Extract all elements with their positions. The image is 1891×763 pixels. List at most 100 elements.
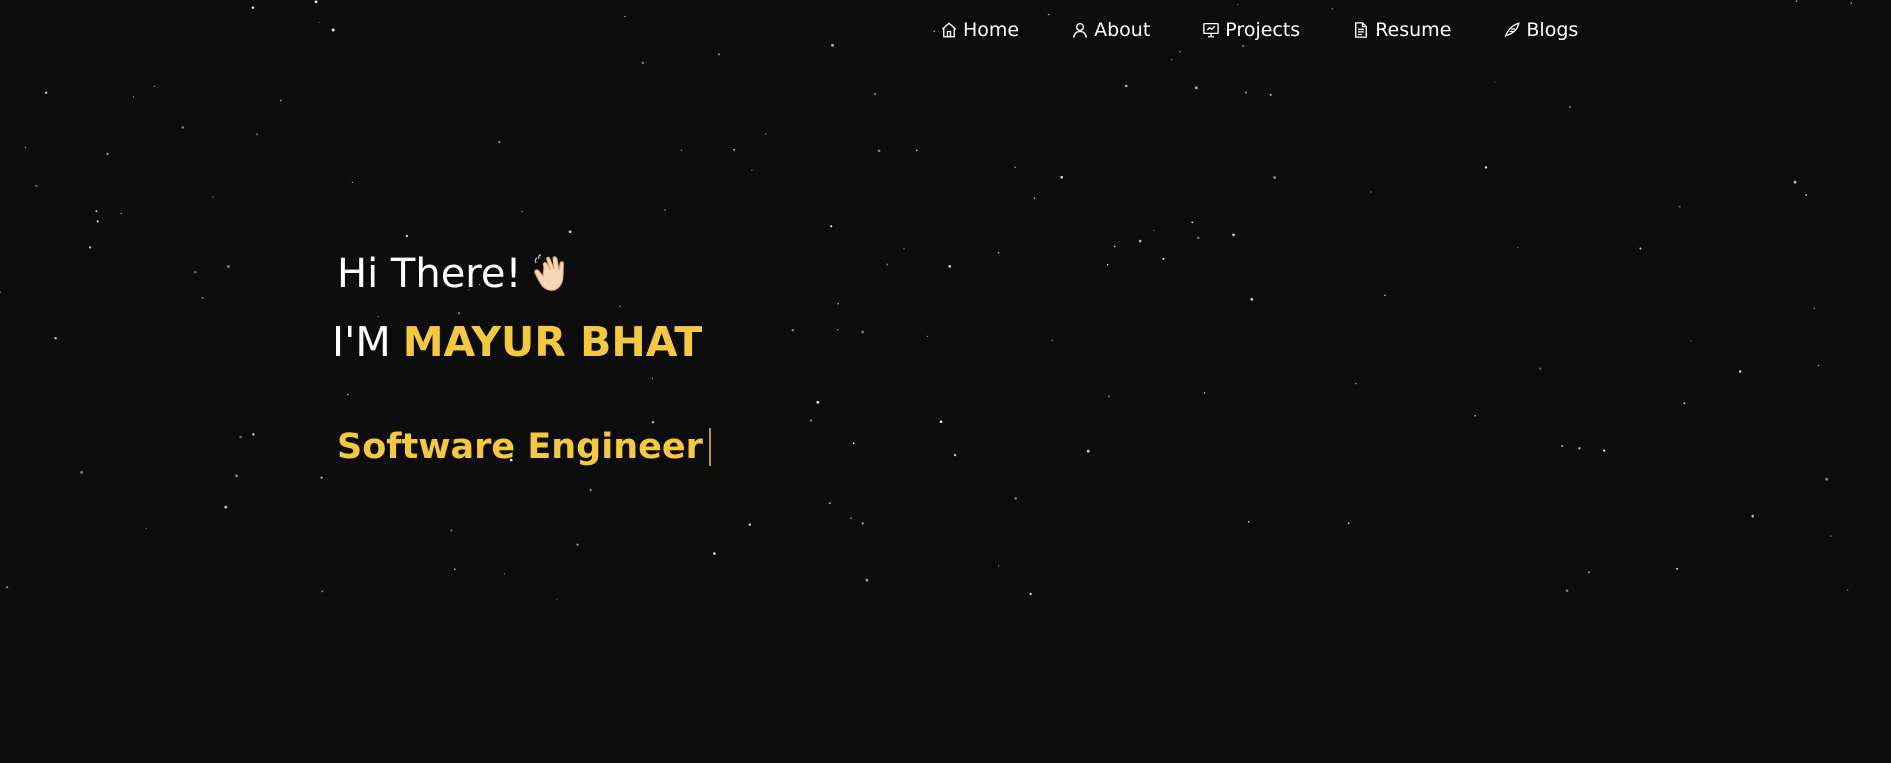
star: [1751, 514, 1754, 518]
hero-section: Hi There! I'M MAYUR BHAT Software Engine…: [332, 246, 711, 472]
star: [556, 598, 558, 600]
star: [589, 489, 592, 492]
nav-item-projects[interactable]: Projects: [1202, 16, 1300, 44]
star: [1539, 367, 1542, 370]
star: [713, 552, 716, 555]
star: [733, 148, 735, 151]
waving-hand-icon: [533, 254, 564, 291]
typing-cursor: [708, 428, 711, 466]
star: [331, 28, 335, 32]
intro-prefix: I'M: [332, 318, 391, 366]
star: [1517, 246, 1519, 248]
star: [1846, 589, 1849, 592]
document-icon: [1355, 22, 1368, 38]
star: [320, 476, 323, 479]
star: [1676, 567, 1679, 570]
star: [1813, 308, 1816, 310]
star: [1171, 59, 1173, 61]
star: [1494, 81, 1496, 83]
star: [145, 527, 147, 530]
star: [939, 420, 943, 424]
star: [1678, 205, 1681, 208]
greeting-text: Hi There!: [337, 251, 522, 297]
star: [1203, 392, 1206, 394]
star: [828, 502, 831, 505]
role-text: Software Engineer: [337, 427, 703, 467]
star: [106, 153, 109, 156]
star: [1484, 166, 1488, 169]
nav-item-home[interactable]: Home: [940, 16, 1019, 44]
star: [212, 196, 214, 198]
star: [1829, 535, 1832, 537]
star: [1194, 86, 1198, 90]
star: [948, 265, 952, 268]
star: [321, 590, 324, 593]
star: [886, 263, 889, 266]
person-name: MAYUR BHAT: [402, 318, 703, 366]
nav-item-blogs[interactable]: Blogs: [1503, 16, 1578, 44]
star: [1795, 0, 1798, 2]
star: [453, 568, 456, 571]
star: [624, 15, 626, 18]
star: [816, 400, 820, 404]
star: [226, 265, 230, 268]
star: [0, 291, 2, 294]
star: [997, 565, 1000, 567]
star: [953, 453, 957, 457]
user-icon: [1073, 22, 1088, 38]
star: [1805, 194, 1808, 196]
star: [751, 169, 753, 171]
star: [1603, 449, 1606, 452]
star: [405, 234, 409, 238]
nav-item-about[interactable]: About: [1071, 16, 1150, 44]
star: [1569, 106, 1571, 108]
top-navbar: Home About Projects Resume Blogs: [940, 16, 1630, 44]
star: [1588, 571, 1590, 574]
star: [235, 474, 239, 478]
star: [80, 471, 84, 474]
star: [1269, 93, 1272, 96]
star: [830, 225, 833, 228]
star: [351, 181, 354, 184]
star: [54, 337, 57, 340]
star: [153, 85, 156, 88]
star: [1162, 257, 1165, 260]
star: [450, 529, 453, 532]
star: [861, 330, 865, 334]
star: [1191, 221, 1194, 224]
star: [837, 303, 839, 305]
star: [1565, 589, 1569, 592]
star: [1793, 180, 1797, 184]
presentation-icon: [1203, 22, 1220, 38]
star: [252, 433, 255, 436]
star: [1354, 382, 1357, 385]
star: [1578, 447, 1581, 450]
star: [791, 329, 794, 332]
star: [224, 505, 228, 509]
star: [831, 43, 834, 47]
star: [1250, 297, 1254, 301]
nav-item-resume[interactable]: Resume: [1352, 16, 1451, 44]
star: [318, 21, 320, 24]
star: [915, 149, 918, 152]
star: [1107, 264, 1109, 266]
star: [181, 126, 185, 129]
star: [877, 149, 881, 153]
star: [5, 585, 9, 589]
star: [24, 146, 27, 148]
star: [1086, 449, 1090, 453]
nav-item-label: About: [1094, 19, 1151, 41]
star: [568, 230, 572, 234]
star: [861, 522, 864, 525]
star: [641, 61, 645, 65]
star: [1561, 444, 1564, 447]
star: [1029, 592, 1032, 596]
star: [809, 419, 813, 422]
page: Home About Projects Resume Blogs Hi Ther…: [0, 0, 1891, 763]
star: [95, 210, 98, 213]
star: [96, 220, 99, 223]
star: [1060, 175, 1064, 179]
star: [1014, 497, 1018, 500]
star: [1347, 522, 1350, 525]
star: [521, 210, 523, 213]
